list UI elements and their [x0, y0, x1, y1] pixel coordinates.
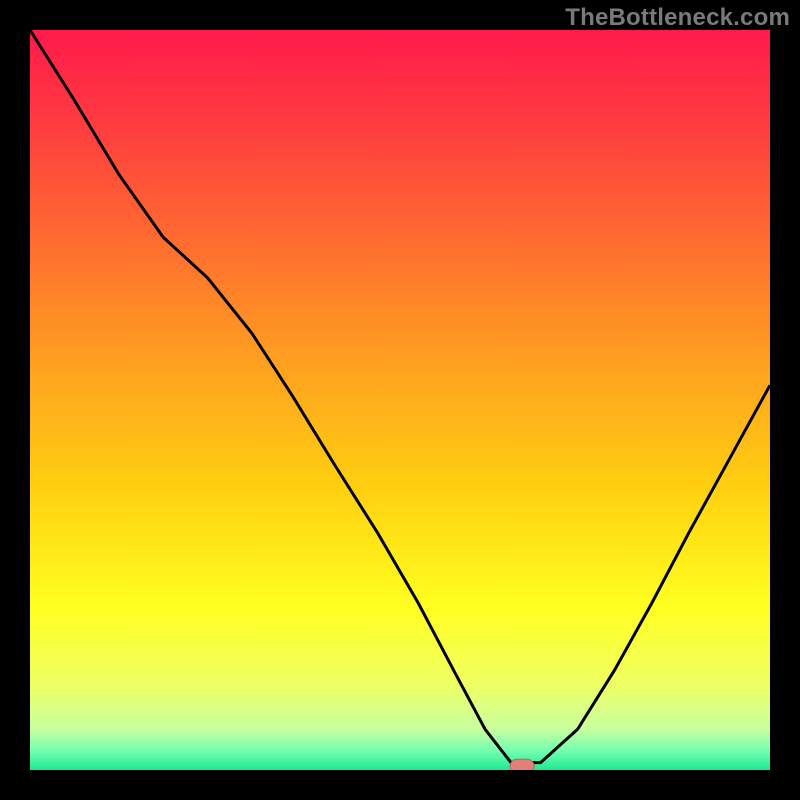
plot-area — [30, 30, 770, 770]
frame-right — [770, 0, 800, 800]
frame-left — [0, 0, 30, 800]
watermark-text: TheBottleneck.com — [565, 4, 790, 32]
bottleneck-chart — [0, 0, 800, 800]
frame-bottom — [0, 770, 800, 800]
